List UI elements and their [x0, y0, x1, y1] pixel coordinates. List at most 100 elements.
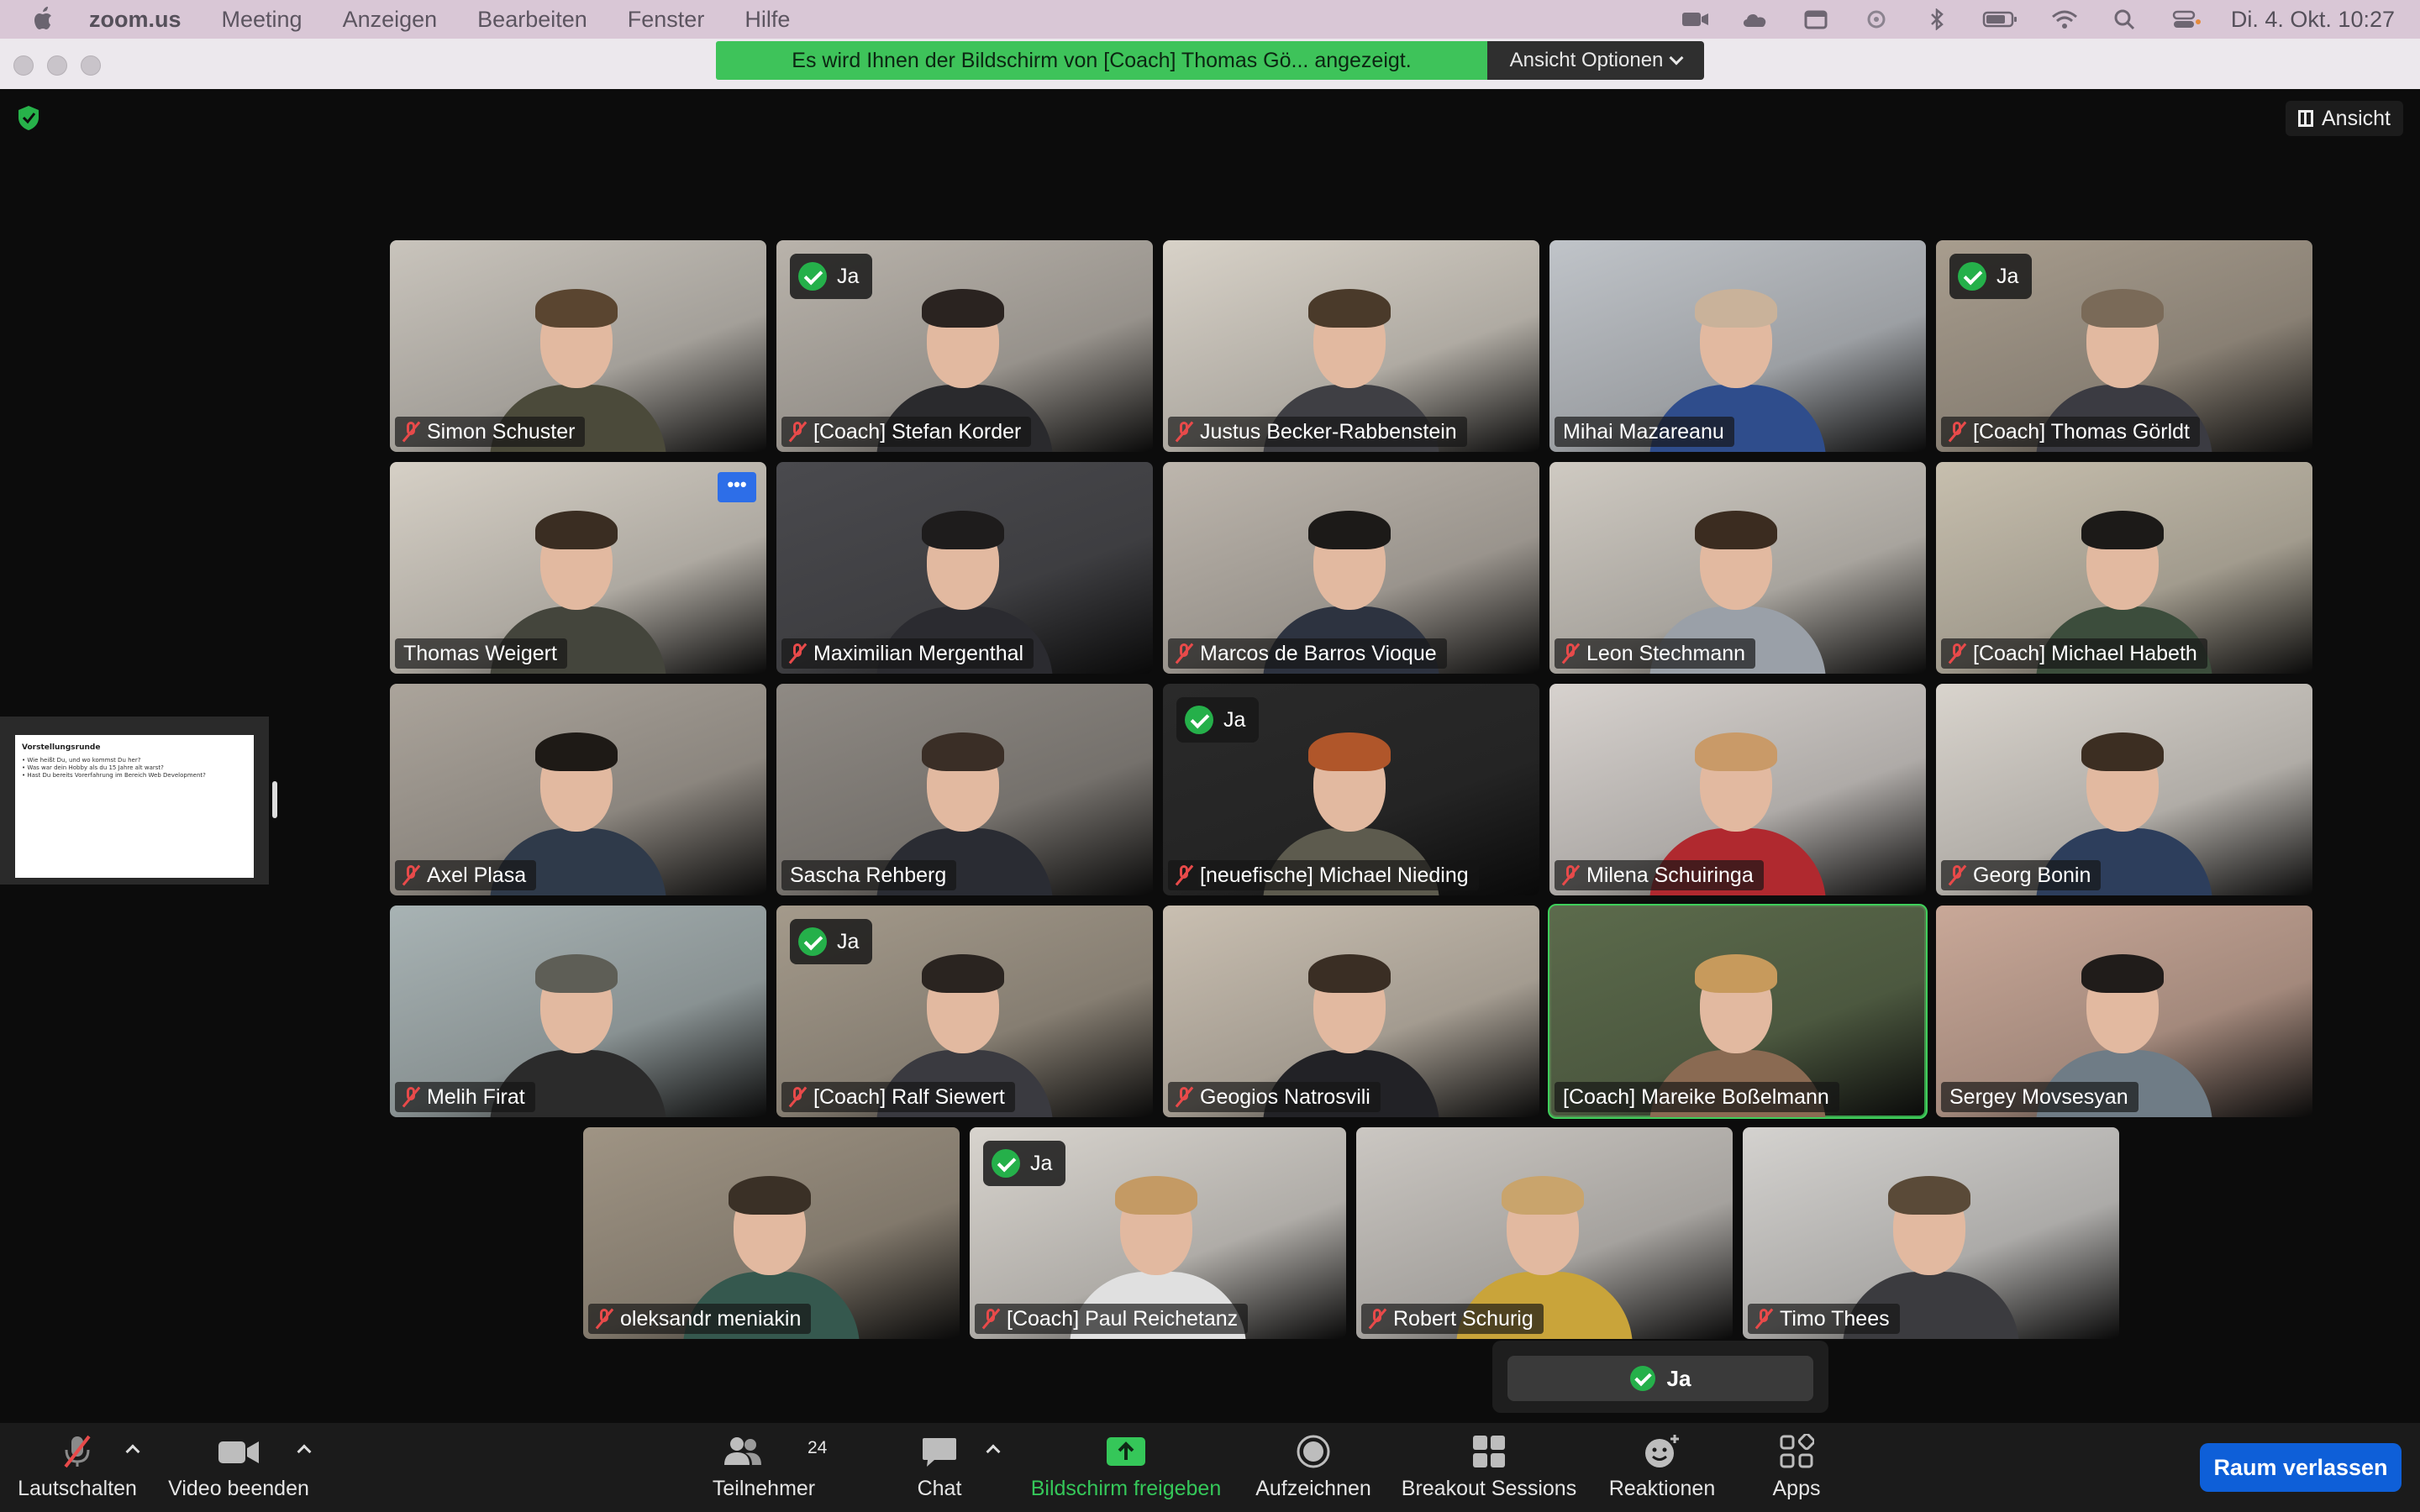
check-icon [1185, 706, 1213, 734]
participant-tile[interactable]: Geogios Natrosvili [1163, 906, 1539, 1117]
apps-button[interactable]: Apps [1760, 1423, 1833, 1512]
participant-hair [1695, 732, 1777, 771]
participant-tile[interactable]: ••• Thomas Weigert [390, 462, 766, 674]
chat-options-caret-icon[interactable] [986, 1444, 1001, 1459]
mute-button[interactable]: Lautschalten [17, 1423, 138, 1512]
window-zoom-button[interactable] [81, 55, 101, 76]
participant-tile[interactable]: Simon Schuster [390, 240, 766, 452]
chat-button[interactable]: Chat [904, 1423, 975, 1512]
menu-app-name[interactable]: zoom.us [89, 7, 182, 33]
microphone-muted-icon [402, 1086, 420, 1108]
participant-hair [535, 289, 618, 328]
microphone-muted-icon [402, 421, 420, 443]
ja-label: Ja [837, 929, 860, 953]
thumbnail-resize-handle[interactable] [272, 781, 277, 818]
screen-share-banner: Es wird Ihnen der Bildschirm von [Coach]… [716, 41, 1487, 80]
ja-label: Ja [837, 264, 860, 288]
reactions-button[interactable]: Reaktionen [1602, 1423, 1723, 1512]
check-icon [798, 927, 827, 956]
participant-name: [Coach] Paul Reichetanz [1007, 1306, 1239, 1331]
participant-tile[interactable]: Mihai Mazareanu [1549, 240, 1926, 452]
participant-tile[interactable]: Ja [Coach] Ralf Siewert [776, 906, 1153, 1117]
participant-tile[interactable]: Sergey Movsesyan [1936, 906, 2312, 1117]
shared-screen-thumbnail[interactable]: Vorstellungsrunde • Wie heißt Du, und wo… [0, 717, 269, 885]
participant-tile[interactable]: Robert Schurig [1356, 1127, 1733, 1339]
menu-clock[interactable]: Di. 4. Okt. 10:27 [2231, 7, 2395, 33]
participant-hair [2081, 954, 2164, 993]
participant-hair [535, 732, 618, 771]
bluetooth-icon[interactable] [1922, 8, 1952, 30]
participant-tile[interactable]: Sascha Rehberg [776, 684, 1153, 895]
menu-bearbeiten[interactable]: Bearbeiten [477, 7, 587, 33]
view-layout-button[interactable]: Ansicht [2286, 101, 2403, 136]
menu-fenster[interactable]: Fenster [628, 7, 705, 33]
ja-label: Ja [1030, 1151, 1053, 1175]
battery-icon[interactable] [1982, 8, 2019, 30]
participant-name-label: Marcos de Barros Vioque [1168, 638, 1447, 669]
view-options-button[interactable]: Ansicht Optionen [1487, 41, 1704, 80]
participant-tile[interactable]: Ja [Coach] Paul Reichetanz [970, 1127, 1346, 1339]
participant-name-label: Simon Schuster [395, 417, 586, 447]
cloud-icon[interactable] [1740, 8, 1770, 30]
participant-tile[interactable]: Marcos de Barros Vioque [1163, 462, 1539, 674]
view-options-label: Ansicht Optionen [1509, 49, 1664, 71]
share-screen-button[interactable]: Bildschirm freigeben [1023, 1423, 1228, 1512]
participant-tile[interactable]: Ja [Coach] Stefan Korder [776, 240, 1153, 452]
breakout-sessions-button[interactable]: Breakout Sessions [1398, 1423, 1580, 1512]
participant-name-label: Timo Thees [1748, 1304, 1900, 1334]
participant-tile[interactable]: Maximilian Mergenthal [776, 462, 1153, 674]
video-icon[interactable] [1680, 8, 1710, 30]
focus-icon[interactable] [1861, 8, 1891, 30]
participant-tile[interactable]: Leon Stechmann [1549, 462, 1926, 674]
search-icon[interactable] [2110, 8, 2140, 30]
participant-name: [neuefische] Michael Nieding [1200, 863, 1469, 887]
menu-anzeigen[interactable]: Anzeigen [343, 7, 438, 33]
participant-tile[interactable]: Justus Becker-Rabbenstein [1163, 240, 1539, 452]
check-icon [798, 262, 827, 291]
participant-name: Geogios Natrosvili [1200, 1084, 1370, 1109]
window-minimize-button[interactable] [47, 55, 67, 76]
participant-tile[interactable]: [Coach] Michael Habeth [1936, 462, 2312, 674]
participant-tile[interactable]: Georg Bonin [1936, 684, 2312, 895]
leave-room-button[interactable]: Raum verlassen [2200, 1443, 2402, 1492]
participant-tile[interactable]: Timo Thees [1743, 1127, 2119, 1339]
participant-tile[interactable]: Ja [Coach] Thomas Görldt [1936, 240, 2312, 452]
control-center-icon[interactable] [2170, 8, 2201, 30]
menu-meeting[interactable]: Meeting [222, 7, 302, 33]
participant-tile[interactable]: Ja [neuefische] Michael Nieding [1163, 684, 1539, 895]
participant-hair [1502, 1176, 1584, 1215]
microphone-muted-icon [981, 1308, 1000, 1330]
stop-video-button[interactable]: Video beenden [165, 1423, 313, 1512]
more-options-button[interactable]: ••• [718, 472, 756, 502]
participant-hair [1695, 511, 1777, 549]
ja-reaction-button[interactable]: Ja [1507, 1356, 1813, 1401]
calendar-icon[interactable] [1801, 8, 1831, 30]
participant-tile[interactable]: Axel Plasa [390, 684, 766, 895]
record-button[interactable]: Aufzeichnen [1252, 1423, 1375, 1512]
microphone-muted-icon [1561, 643, 1580, 664]
encryption-shield-icon[interactable] [17, 104, 40, 131]
participant-name-label: Maximilian Mergenthal [781, 638, 1034, 669]
microphone-muted-icon [1175, 1086, 1193, 1108]
participant-name: Melih Firat [427, 1084, 525, 1109]
participant-name-label: Thomas Weigert [395, 638, 567, 669]
apple-menu-icon[interactable] [32, 6, 55, 33]
participant-tile[interactable]: oleksandr meniakin [583, 1127, 960, 1339]
microphone-muted-icon [1948, 421, 1966, 443]
chevron-down-icon [1669, 50, 1684, 66]
microphone-muted-icon [1561, 864, 1580, 886]
participant-tile[interactable]: [Coach] Mareike Boßelmann [1548, 904, 1928, 1119]
window-close-button[interactable] [13, 55, 34, 76]
participant-tile[interactable]: Melih Firat [390, 906, 766, 1117]
menu-hilfe[interactable]: Hilfe [744, 7, 790, 33]
microphone-muted-icon [1175, 864, 1193, 886]
macos-menu-bar: zoom.us Meeting Anzeigen Bearbeiten Fens… [0, 0, 2420, 39]
participant-tile[interactable]: Milena Schuiringa [1549, 684, 1926, 895]
wifi-icon[interactable] [2049, 8, 2080, 30]
participant-name-label: Mihai Mazareanu [1555, 417, 1734, 447]
participant-name-label: [neuefische] Michael Nieding [1168, 860, 1479, 890]
participant-name: Sergey Movsesyan [1949, 1084, 2128, 1109]
participant-name-label: Sergey Movsesyan [1941, 1082, 2139, 1112]
participants-button[interactable]: 24 Teilnehmer [702, 1423, 827, 1512]
ja-reaction-badge: Ja [1949, 254, 2033, 299]
